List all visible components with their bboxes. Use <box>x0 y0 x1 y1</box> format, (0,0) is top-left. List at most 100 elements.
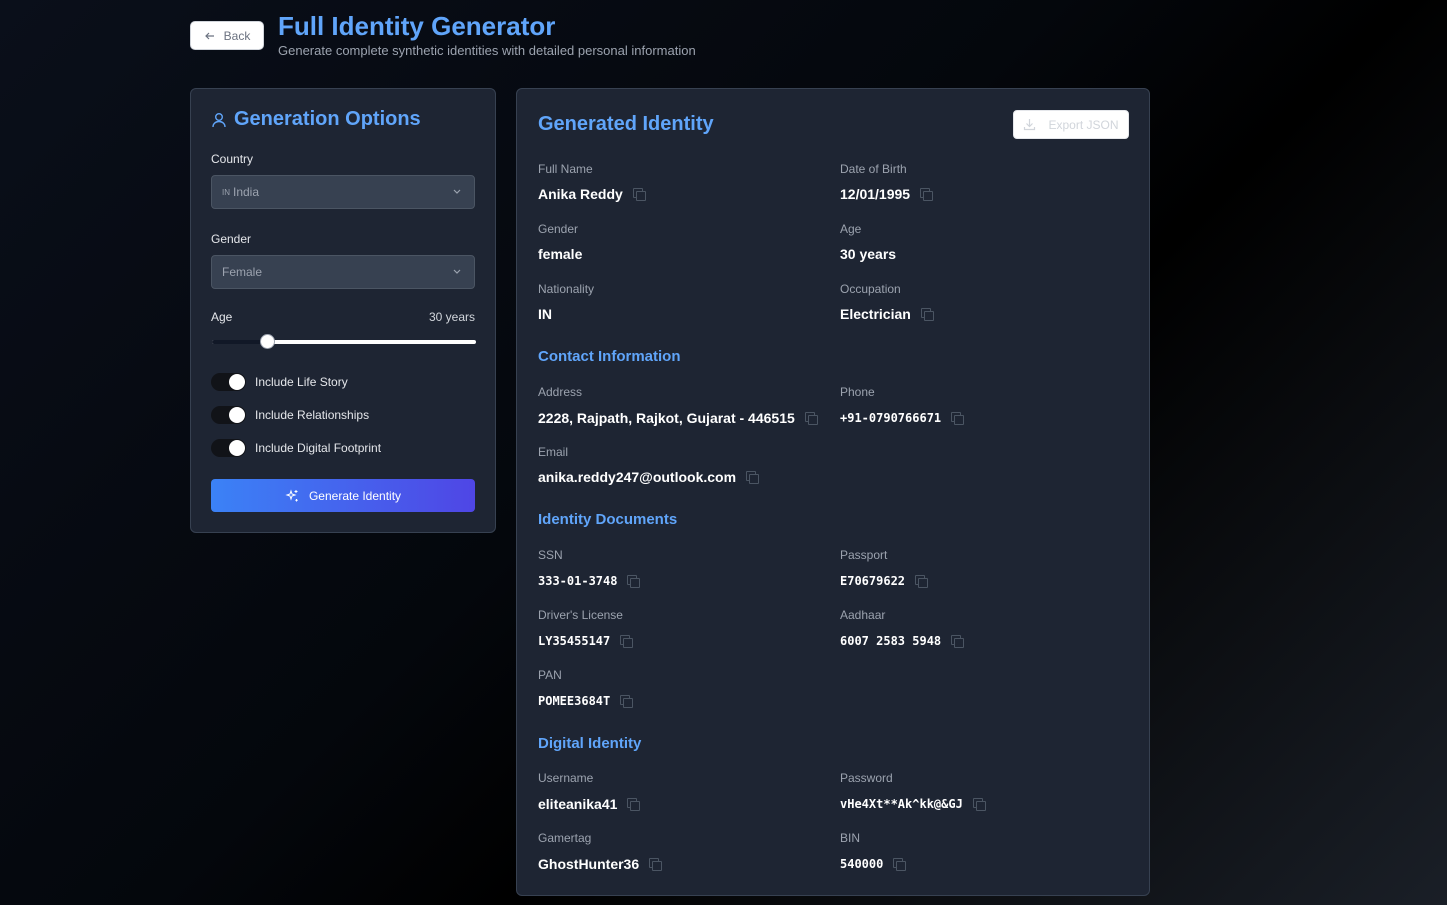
copy-icon[interactable] <box>632 188 646 201</box>
page-subtitle: Generate complete synthetic identities w… <box>278 43 696 58</box>
toggle-life-story[interactable]: Include Life Story <box>211 373 348 391</box>
aadhaar-value: 6007 2583 5948 <box>840 634 942 648</box>
address-field: 2228, Rajpath, Rajkot, Gujarat - 446515 <box>538 410 818 426</box>
back-label: Back <box>223 28 251 43</box>
username-value: eliteanika41 <box>538 796 618 812</box>
copy-icon[interactable] <box>920 308 934 321</box>
gamertag-label: Gamertag <box>538 831 592 845</box>
toggle-label: Include Life Story <box>255 375 348 389</box>
copy-icon[interactable] <box>804 412 818 425</box>
pan-field: POMEE3684T <box>538 694 634 708</box>
gamertag-field: GhostHunter36 <box>538 856 663 872</box>
ssn-label: SSN <box>538 548 563 562</box>
copy-icon[interactable] <box>951 635 965 648</box>
export-label: Export JSON <box>1048 117 1119 132</box>
back-button[interactable]: Back <box>190 21 264 50</box>
copy-icon[interactable] <box>746 471 760 484</box>
aadhaar-field: 6007 2583 5948 <box>840 634 965 648</box>
user-icon <box>212 112 226 127</box>
age-field: 30 years <box>840 246 896 262</box>
generate-identity-button[interactable]: Generate Identity <box>211 479 475 512</box>
copy-icon[interactable] <box>627 575 641 588</box>
age-label: Age <box>211 310 233 324</box>
license-field: LY35455147 <box>538 634 634 648</box>
gender-select[interactable]: Female <box>211 255 475 289</box>
digital-section-title: Digital Identity <box>538 735 642 752</box>
email-field: anika.reddy247@outlook.com <box>538 469 760 485</box>
dob-value: 12/01/1995 <box>840 186 911 202</box>
copy-icon[interactable] <box>620 635 634 648</box>
age-field-label: Age <box>840 222 862 236</box>
identity-title: Generated Identity <box>538 113 714 135</box>
copy-icon[interactable] <box>915 575 929 588</box>
chevron-down-icon <box>453 269 461 274</box>
age-slider-thumb[interactable] <box>260 334 276 349</box>
occupation-field: Electrician <box>840 306 934 322</box>
age-field-value: 30 years <box>840 246 897 262</box>
password-field: vHe4Xt**Ak^kk@&GJ <box>840 797 986 811</box>
generate-label: Generate Identity <box>308 488 402 503</box>
toggle-switch[interactable] <box>211 406 246 424</box>
export-json-button[interactable]: Export JSON <box>1013 110 1129 139</box>
full-name-value: Anika Reddy <box>538 186 623 202</box>
occupation-label: Occupation <box>840 282 901 296</box>
passport-label: Passport <box>840 548 888 562</box>
license-value: LY35455147 <box>538 634 611 648</box>
gender-value: Female <box>222 265 263 279</box>
phone-label: Phone <box>840 385 875 399</box>
password-value: vHe4Xt**Ak^kk@&GJ <box>840 797 963 811</box>
copy-icon[interactable] <box>972 798 986 811</box>
full-name-field: Anika Reddy <box>538 186 646 202</box>
toggle-relationships[interactable]: Include Relationships <box>211 406 369 424</box>
page-title: Full Identity Generator <box>278 11 556 41</box>
nationality-label: Nationality <box>538 282 595 296</box>
toggle-digital-footprint[interactable]: Include Digital Footprint <box>211 439 381 457</box>
username-label: Username <box>538 771 594 785</box>
gender-field: female <box>538 246 582 262</box>
generation-options-panel: Generation Options Country IN India Gend… <box>190 88 496 533</box>
age-value: 30 years <box>428 310 475 324</box>
country-label: Country <box>211 152 254 166</box>
bin-field: 540000 <box>840 857 907 871</box>
toggle-switch[interactable] <box>211 439 246 457</box>
copy-icon[interactable] <box>920 188 934 201</box>
email-value: anika.reddy247@outlook.com <box>538 469 737 485</box>
dob-field: 12/01/1995 <box>840 186 934 202</box>
address-value: 2228, Rajpath, Rajkot, Gujarat - 446515 <box>538 410 795 426</box>
gender-field-label: Gender <box>538 222 579 236</box>
passport-value: E70679622 <box>840 574 906 588</box>
age-slider[interactable] <box>212 334 476 349</box>
nationality-value: IN <box>538 306 552 322</box>
nationality-field: IN <box>538 306 552 322</box>
full-name-label: Full Name <box>538 162 593 176</box>
occupation-value: Electrician <box>840 306 911 322</box>
bin-value: 540000 <box>840 857 884 871</box>
country-flag: IN <box>222 187 230 197</box>
ssn-field: 333-01-3748 <box>538 574 641 588</box>
country-select[interactable]: IN India <box>211 175 475 209</box>
aadhaar-label: Aadhaar <box>840 608 886 622</box>
options-title-row: Generation Options <box>212 108 421 131</box>
phone-field: +91-0790766671 <box>840 411 965 425</box>
toggle-label: Include Digital Footprint <box>255 441 382 455</box>
copy-icon[interactable] <box>893 858 907 871</box>
copy-icon[interactable] <box>649 858 663 871</box>
contact-section-title: Contact Information <box>538 348 681 365</box>
copy-icon[interactable] <box>627 798 641 811</box>
gender-field-value: female <box>538 246 583 262</box>
copy-icon[interactable] <box>620 695 634 708</box>
copy-icon[interactable] <box>951 412 965 425</box>
arrow-left-icon <box>204 32 214 39</box>
pan-label: PAN <box>538 668 562 682</box>
chevron-down-icon <box>453 189 461 194</box>
address-label: Address <box>538 385 583 399</box>
dob-label: Date of Birth <box>840 162 907 176</box>
passport-field: E70679622 <box>840 574 929 588</box>
gender-label: Gender <box>211 232 252 246</box>
toggle-label: Include Relationships <box>255 408 370 422</box>
generated-identity-panel: Generated Identity Export JSON Full Name… <box>516 88 1150 896</box>
username-field: eliteanika41 <box>538 796 641 812</box>
age-slider-fill <box>212 340 268 344</box>
country-value: India <box>233 185 260 199</box>
toggle-switch[interactable] <box>211 373 246 391</box>
